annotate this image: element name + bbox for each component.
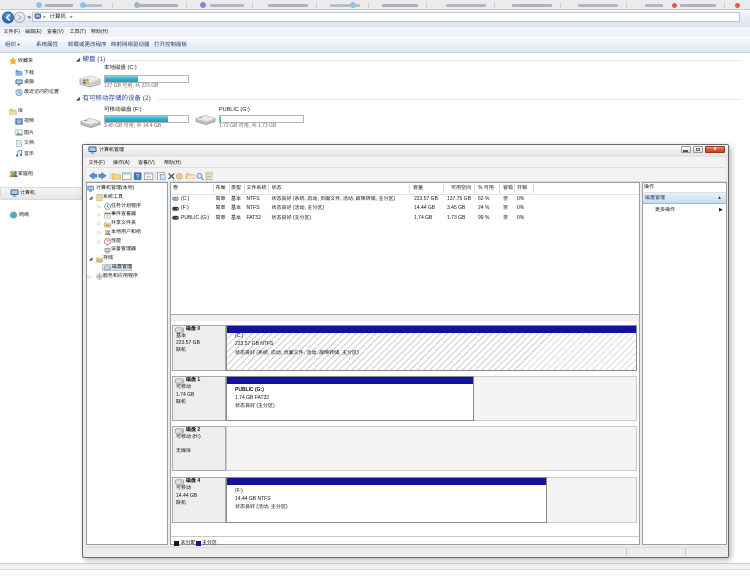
svg-text:?: ?: [136, 173, 140, 180]
